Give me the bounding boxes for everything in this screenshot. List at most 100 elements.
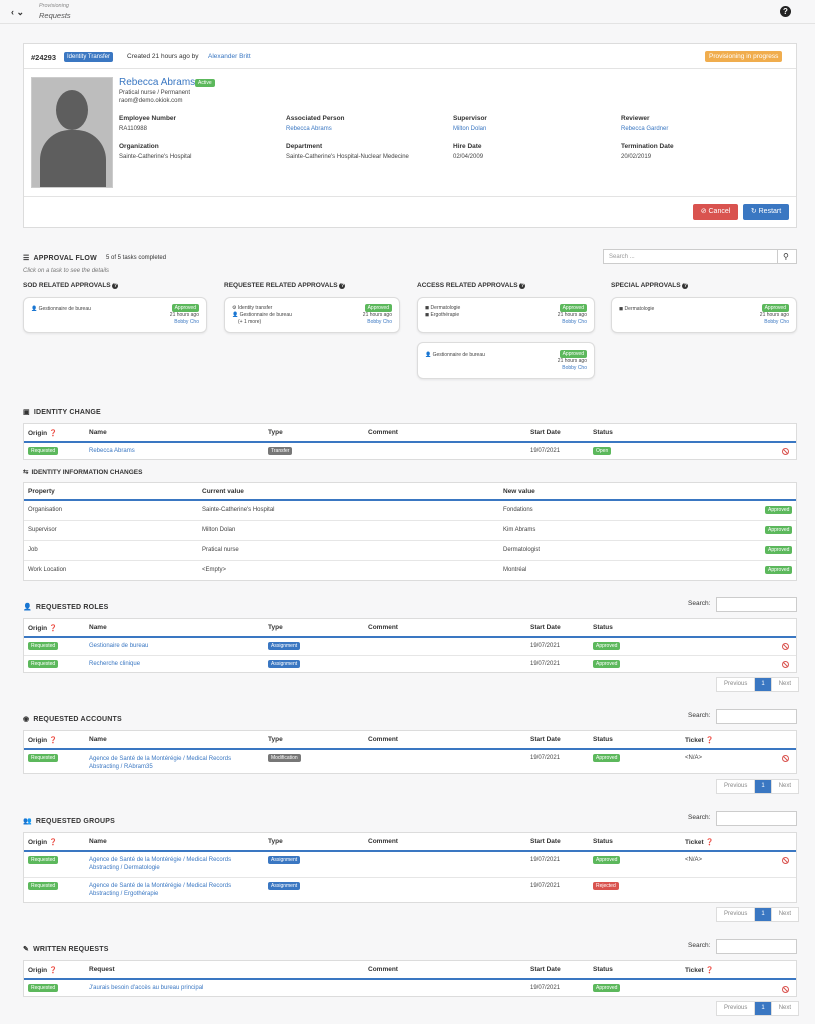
col-header[interactable]: Name — [89, 838, 107, 845]
approval-task-card[interactable]: 👤 Gestionnaire de bureau Approved 21 hou… — [23, 297, 207, 333]
col-header[interactable]: Name — [89, 736, 107, 743]
associated-person-link[interactable]: Rebecca Abrams — [286, 126, 332, 132]
col-header[interactable]: Comment — [368, 624, 398, 631]
col-header[interactable]: Start Date — [530, 429, 561, 436]
task-status-badge: Approved — [559, 350, 587, 358]
col-header[interactable]: Type — [268, 624, 283, 631]
new-value: Montréal — [503, 567, 527, 573]
person-name[interactable]: Rebecca Abrams — [119, 77, 195, 88]
group-name-link[interactable]: Agence de Santé de la Montérégie / Medic… — [89, 882, 231, 898]
col-header[interactable]: Ticket ❓ — [685, 736, 714, 744]
col-header[interactable]: Ticket ❓ — [685, 966, 714, 974]
accounts-search-input[interactable] — [716, 709, 797, 724]
col-header[interactable]: Status — [593, 624, 613, 631]
back-icon[interactable]: ‹ — [11, 7, 14, 17]
page-button[interactable]: 1 — [755, 908, 772, 921]
approval-task-card[interactable]: ⚙ Identity transfer 👤 Gestionnaire de bu… — [224, 297, 400, 333]
account-name-link[interactable]: Agence de Santé de la Montérégie / Medic… — [89, 755, 231, 771]
help-icon[interactable]: ? — [780, 6, 791, 17]
identity-name-link[interactable]: Rebecca Abrams — [89, 448, 135, 454]
cancel-item-icon[interactable] — [782, 857, 789, 864]
col-header[interactable]: Start Date — [530, 966, 561, 973]
restart-button[interactable]: ↻ Restart — [743, 204, 789, 220]
col-header[interactable]: Origin ❓ — [28, 966, 57, 974]
col-header[interactable]: Start Date — [530, 736, 561, 743]
task-approver[interactable]: Bobby Cho — [562, 365, 587, 371]
role-name-link[interactable]: Gestionaire de bureau — [89, 643, 148, 649]
col-header[interactable]: Comment — [368, 838, 398, 845]
task-time: 21 hours ago — [169, 312, 199, 318]
previous-button[interactable]: Previous — [717, 1002, 756, 1015]
col-header[interactable]: Type — [268, 736, 283, 743]
col-header[interactable]: Status — [593, 429, 613, 436]
request-link[interactable]: J'aurais besoin d'accès au bureau princi… — [89, 985, 203, 991]
status-badge: Approved — [593, 984, 621, 992]
previous-button[interactable]: Previous — [717, 780, 756, 793]
task-approver[interactable]: Bobby Cho — [562, 319, 587, 325]
col-header[interactable]: Property — [28, 488, 55, 495]
page-button[interactable]: 1 — [755, 678, 772, 691]
back-button[interactable]: ‹ ⌄ — [11, 7, 24, 18]
approval-task-card[interactable]: ◼ Dermatologie ◼ Ergothérapie Approved 2… — [417, 297, 595, 333]
task-approver[interactable]: Bobby Cho — [174, 319, 199, 325]
col-header[interactable]: Status — [593, 838, 613, 845]
col-header[interactable]: Start Date — [530, 624, 561, 631]
supervisor-link[interactable]: Milton Dolan — [453, 126, 486, 132]
next-button[interactable]: Next — [772, 1002, 798, 1015]
cancel-button[interactable]: ⊘ Cancel — [693, 204, 738, 220]
cancel-item-icon[interactable] — [782, 986, 789, 993]
previous-button[interactable]: Previous — [717, 908, 756, 921]
group-name-link[interactable]: Agence de Santé de la Montérégie / Medic… — [89, 856, 231, 872]
accounts-table: Origin ❓ Name Type Comment Start Date St… — [23, 730, 797, 774]
col-header[interactable]: Origin ❓ — [28, 736, 57, 744]
cancel-item-icon[interactable] — [782, 755, 789, 762]
ban-icon: ⊘ — [700, 208, 709, 215]
col-header[interactable]: Comment — [368, 736, 398, 743]
cancel-item-icon[interactable] — [782, 448, 789, 455]
next-button[interactable]: Next — [772, 908, 798, 921]
col-header[interactable]: Type — [268, 429, 283, 436]
approval-search-button[interactable]: ⚲ — [777, 249, 797, 264]
col-header[interactable]: Request — [89, 966, 115, 973]
roles-search-input[interactable] — [716, 597, 797, 612]
task-approver[interactable]: Bobby Cho — [367, 319, 392, 325]
col-header[interactable]: Comment — [368, 966, 398, 973]
written-search-input[interactable] — [716, 939, 797, 954]
previous-button[interactable]: Previous — [717, 678, 756, 691]
col-header[interactable]: New value — [503, 488, 535, 495]
chevron-down-icon[interactable]: ⌄ — [17, 7, 25, 17]
groups-search-input[interactable] — [716, 811, 797, 826]
person-job: Pratical nurse / Permanent — [119, 90, 191, 96]
col-header[interactable]: Current value — [202, 488, 244, 495]
reviewer-link[interactable]: Rebecca Gardner — [621, 126, 668, 132]
col-header[interactable]: Ticket ❓ — [685, 838, 714, 846]
page-button[interactable]: 1 — [755, 780, 772, 793]
cancel-item-icon[interactable] — [782, 643, 789, 650]
page-button[interactable]: 1 — [755, 1002, 772, 1015]
col-header[interactable]: Status — [593, 966, 613, 973]
approval-task-card[interactable]: 👤 Gestionnaire de bureau Approved 21 hou… — [417, 342, 595, 379]
next-button[interactable]: Next — [772, 678, 798, 691]
col-header[interactable]: Status — [593, 736, 613, 743]
field-value: 20/02/2019 — [621, 154, 652, 160]
field-value: Sainte-Catherine's Hospital — [119, 154, 192, 160]
approval-task-card[interactable]: ◼ Dermatologie Approved 21 hours ago Bob… — [611, 297, 797, 333]
col-header[interactable]: Origin ❓ — [28, 429, 57, 437]
col-header[interactable]: Comment — [368, 429, 398, 436]
task-approver[interactable]: Bobby Cho — [764, 319, 789, 325]
transfer-icon: ⇆ — [23, 469, 29, 476]
breadcrumb-parent[interactable]: Provisioning — [39, 3, 69, 9]
col-header[interactable]: Origin ❓ — [28, 838, 57, 846]
col-header[interactable]: Name — [89, 429, 107, 436]
creator-link[interactable]: Alexander Britt — [208, 53, 251, 60]
next-button[interactable]: Next — [772, 780, 798, 793]
col-header[interactable]: Start Date — [530, 838, 561, 845]
col-header[interactable]: Origin ❓ — [28, 624, 57, 632]
cancel-item-icon[interactable] — [782, 661, 789, 668]
role-name-link[interactable]: Recherche clinique — [89, 661, 140, 667]
col-header[interactable]: Type — [268, 838, 283, 845]
approval-search-input[interactable]: Search ... — [603, 249, 778, 264]
type-badge: Assignment — [268, 882, 301, 890]
help-icon: ❓ — [48, 839, 58, 846]
col-header[interactable]: Name — [89, 624, 107, 631]
